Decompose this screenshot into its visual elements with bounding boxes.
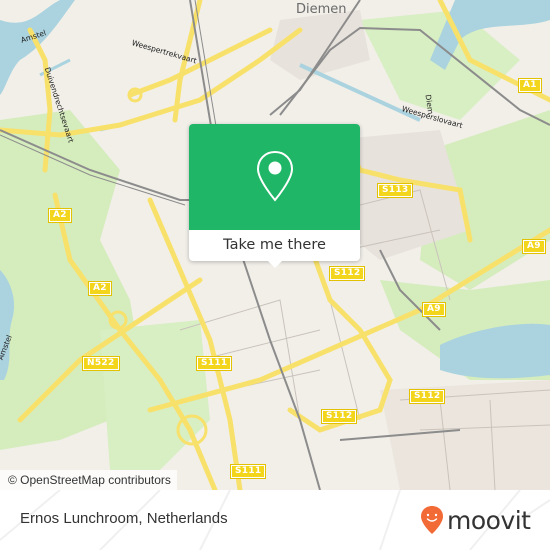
place-name: Ernos Lunchroom, Netherlands (20, 510, 228, 527)
moovit-pin-icon (421, 506, 443, 534)
road-shield-a9-east: A9 (522, 239, 546, 254)
take-me-there-button[interactable]: Take me there (189, 230, 360, 261)
park-area-southwest (100, 320, 210, 470)
map-pin-icon (256, 150, 294, 202)
moovit-wordmark: moovit (447, 505, 531, 535)
road-shield-a2-south: A2 (88, 281, 112, 296)
road-shield-a2-north: A2 (48, 208, 72, 223)
road-shield-s112-south: S112 (408, 389, 446, 404)
popup-pointer (267, 260, 283, 268)
road-shield-s112-north: S112 (328, 266, 366, 281)
moovit-logo[interactable]: moovit (420, 502, 531, 538)
residential-area-diemen (270, 10, 370, 80)
road-shield-n522: N522 (82, 356, 120, 371)
road-shield-a1: A1 (518, 78, 542, 93)
road-shield-a9-center: A9 (422, 302, 446, 317)
road-shield-s112-southwest: S112 (320, 409, 358, 424)
road-shield-s113: S113 (376, 183, 414, 198)
map[interactable]: Diemen Amstel Weespertrekvaart Duivendre… (0, 0, 550, 490)
road-shield-s111-center: S111 (195, 356, 233, 371)
location-popup: Take me there (189, 124, 360, 268)
road-shield-s111-south: S111 (229, 464, 267, 479)
place-label-diemen: Diemen (296, 2, 347, 17)
popup-header (189, 124, 360, 230)
map-attribution[interactable]: © OpenStreetMap contributors (0, 470, 177, 490)
